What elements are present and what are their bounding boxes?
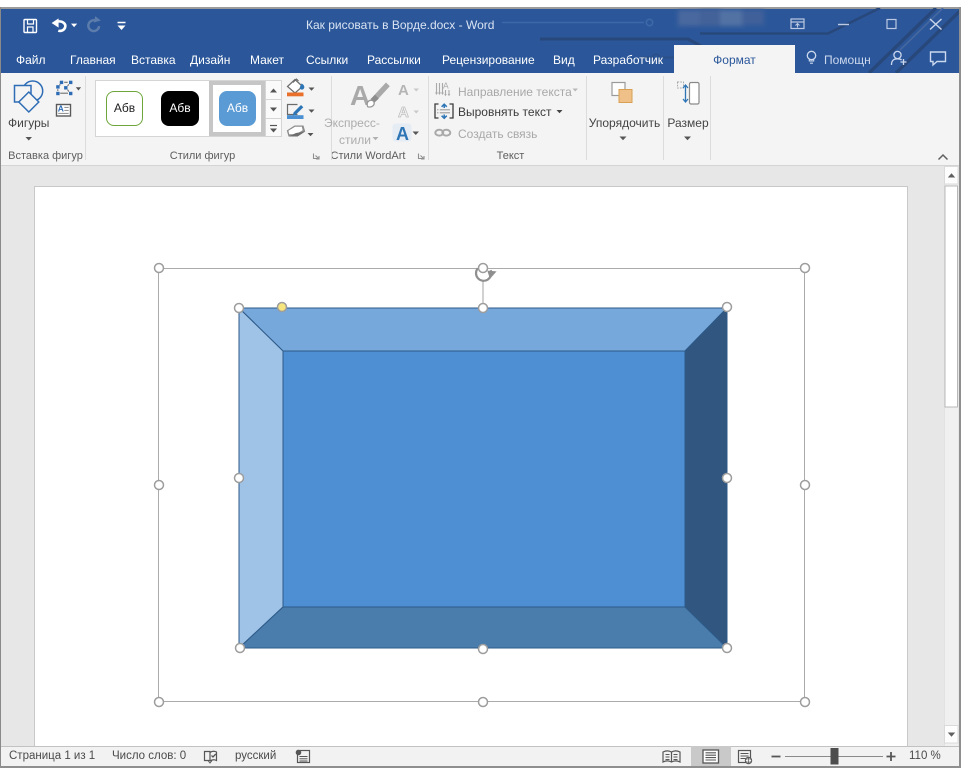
svg-text:А: А <box>396 124 409 144</box>
svg-text:A: A <box>58 104 64 114</box>
svg-text:А: А <box>398 82 409 99</box>
svg-text:А: А <box>443 81 449 91</box>
svg-text:А: А <box>398 104 409 121</box>
